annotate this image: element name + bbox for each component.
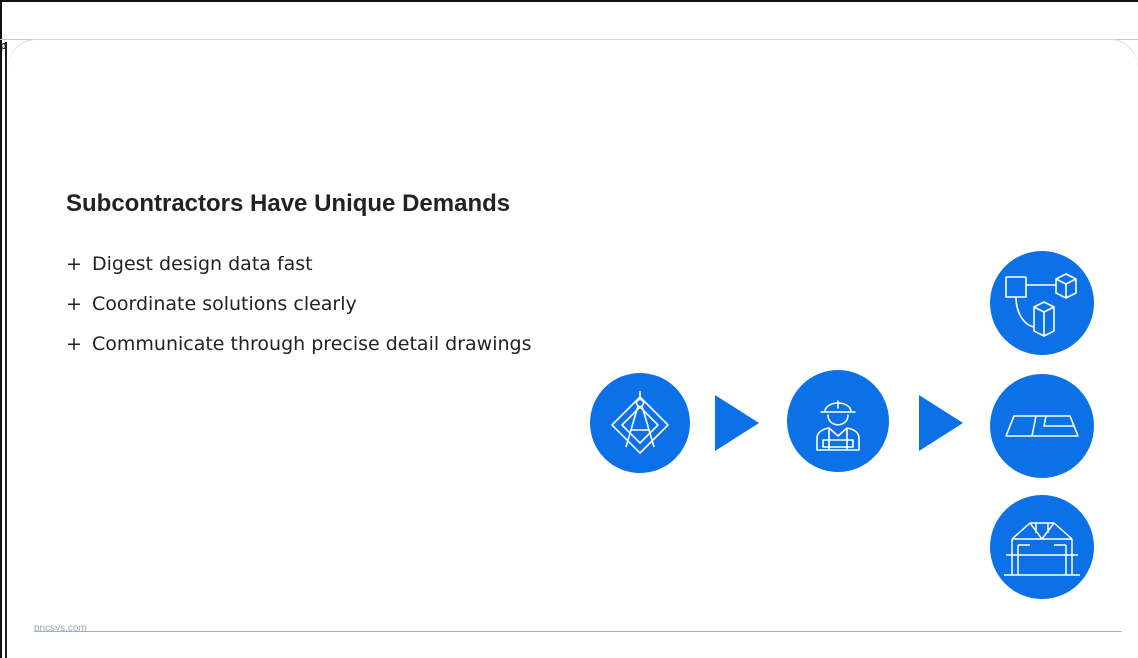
bullet-marker: + (66, 293, 82, 315)
3d-cubes-icon (990, 251, 1094, 355)
window-frame-top (0, 0, 1138, 2)
presentation-slide: Subcontractors Have Unique Demands + Dige… (8, 40, 1138, 658)
panel-edge (5, 42, 7, 658)
bullet-marker: + (66, 333, 82, 355)
footer-divider (34, 631, 1122, 632)
bullet-marker: + (66, 253, 82, 275)
bullet-list: + Digest design data fast + Coordinate sol… (66, 244, 532, 364)
bullet-text: Digest design data fast (92, 253, 313, 275)
bullet-item: + Communicate through precise detail draw… (66, 324, 532, 364)
construction-worker-icon (787, 370, 889, 472)
bullet-item: + Coordinate solutions clearly (66, 284, 532, 324)
bullet-text: Coordinate solutions clearly (92, 293, 357, 315)
arrow-right-icon (919, 395, 963, 451)
structural-frame-icon (990, 495, 1094, 599)
window-frame-left (0, 0, 2, 658)
bullet-text: Communicate through precise detail drawi… (92, 333, 532, 355)
slide-title: Subcontractors Have Unique Demands (66, 190, 511, 217)
floor-plan-icon (990, 374, 1094, 478)
drafting-compass-icon (590, 373, 690, 473)
bullet-item: + Digest design data fast (66, 244, 532, 284)
arrow-right-icon (715, 395, 759, 451)
